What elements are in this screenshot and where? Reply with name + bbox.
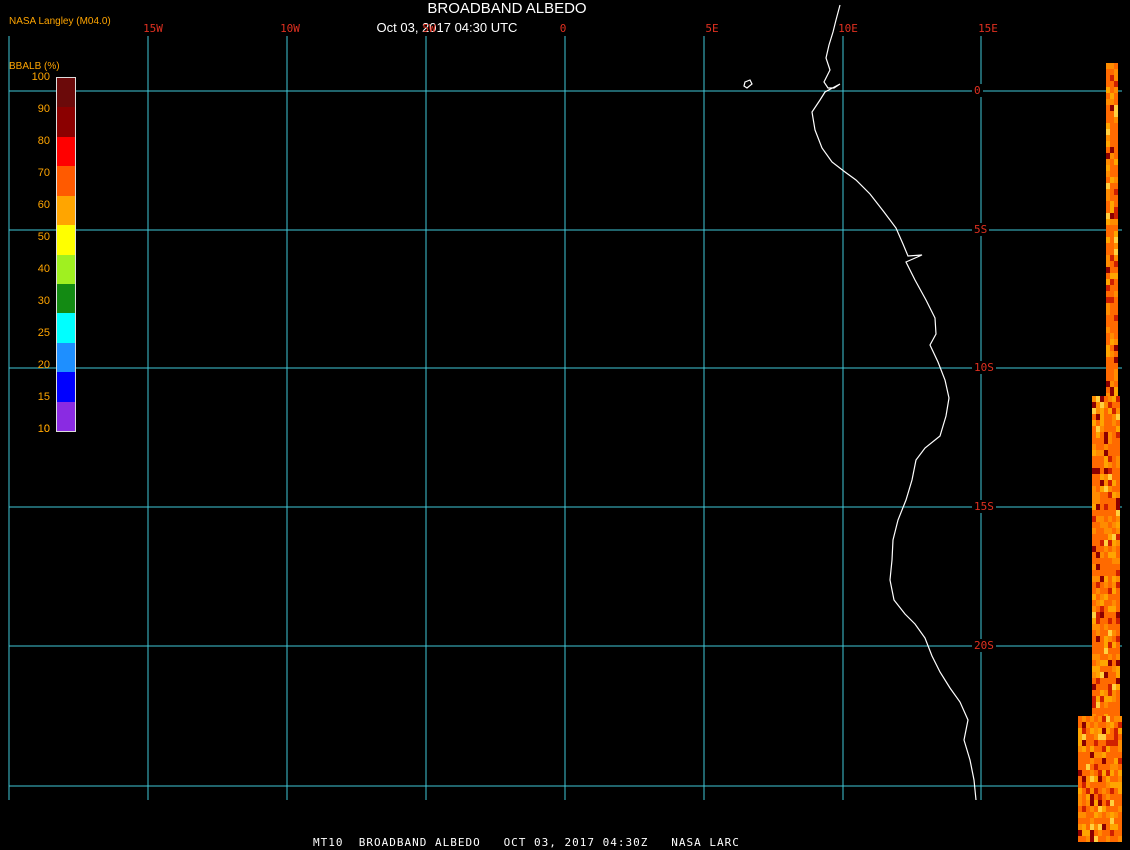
colorbar-tick: 40 bbox=[37, 263, 50, 275]
colorbar-swatch bbox=[57, 195, 75, 226]
lon-label: 15E bbox=[978, 22, 998, 35]
lon-label: 15W bbox=[143, 22, 163, 35]
lon-label: 5W bbox=[422, 22, 436, 35]
lat-label: 10S bbox=[972, 361, 996, 374]
lat-label: 0 bbox=[972, 84, 983, 97]
colorbar-swatch bbox=[57, 136, 75, 167]
map-canvas[interactable] bbox=[0, 0, 1130, 850]
island-bioko bbox=[743, 79, 753, 89]
org-label: NASA Langley (M04.0) bbox=[9, 16, 111, 27]
lat-label: 20S bbox=[972, 639, 996, 652]
colorbar-tick: 15 bbox=[37, 391, 50, 403]
colorbar-tick: 70 bbox=[37, 167, 50, 179]
lon-label: 10W bbox=[280, 22, 300, 35]
colorbar-swatch bbox=[57, 401, 75, 432]
colorbar-tick: 100 bbox=[31, 71, 50, 83]
colorbar-tick: 60 bbox=[37, 199, 50, 211]
colorbar-swatch bbox=[57, 313, 75, 344]
coastline-africa bbox=[811, 4, 977, 801]
colorbar-tick: 25 bbox=[37, 327, 50, 339]
colorbar-swatch bbox=[57, 342, 75, 373]
colorbar bbox=[56, 77, 76, 432]
lat-label: 5S bbox=[972, 223, 990, 236]
colorbar-tick: 0 bbox=[43, 423, 50, 435]
colorbar-swatch bbox=[57, 107, 75, 138]
lon-label: 10E bbox=[838, 22, 858, 35]
lon-label: 5E bbox=[705, 22, 719, 35]
map-title: BROADBAND ALBEDO bbox=[427, 0, 587, 17]
colorbar-tick: 50 bbox=[37, 231, 50, 243]
colorbar-tick: 80 bbox=[37, 135, 50, 147]
lon-label: 0 bbox=[559, 22, 567, 35]
colorbar-swatch bbox=[57, 78, 75, 108]
footer-caption: MT10 BROADBAND ALBEDO OCT 03, 2017 04:30… bbox=[313, 836, 740, 849]
colorbar-tick: 90 bbox=[37, 103, 50, 115]
colorbar-tick: 30 bbox=[37, 295, 50, 307]
colorbar-swatch bbox=[57, 166, 75, 197]
colorbar-swatch bbox=[57, 372, 75, 403]
satellite-albedo-swath bbox=[1078, 63, 1122, 842]
colorbar-swatch bbox=[57, 254, 75, 285]
lat-lon-grid bbox=[8, 36, 1122, 800]
colorbar-swatch bbox=[57, 225, 75, 255]
lat-label: 15S bbox=[972, 500, 996, 513]
colorbar-swatch bbox=[57, 283, 75, 314]
colorbar-tick: 20 bbox=[37, 359, 50, 371]
